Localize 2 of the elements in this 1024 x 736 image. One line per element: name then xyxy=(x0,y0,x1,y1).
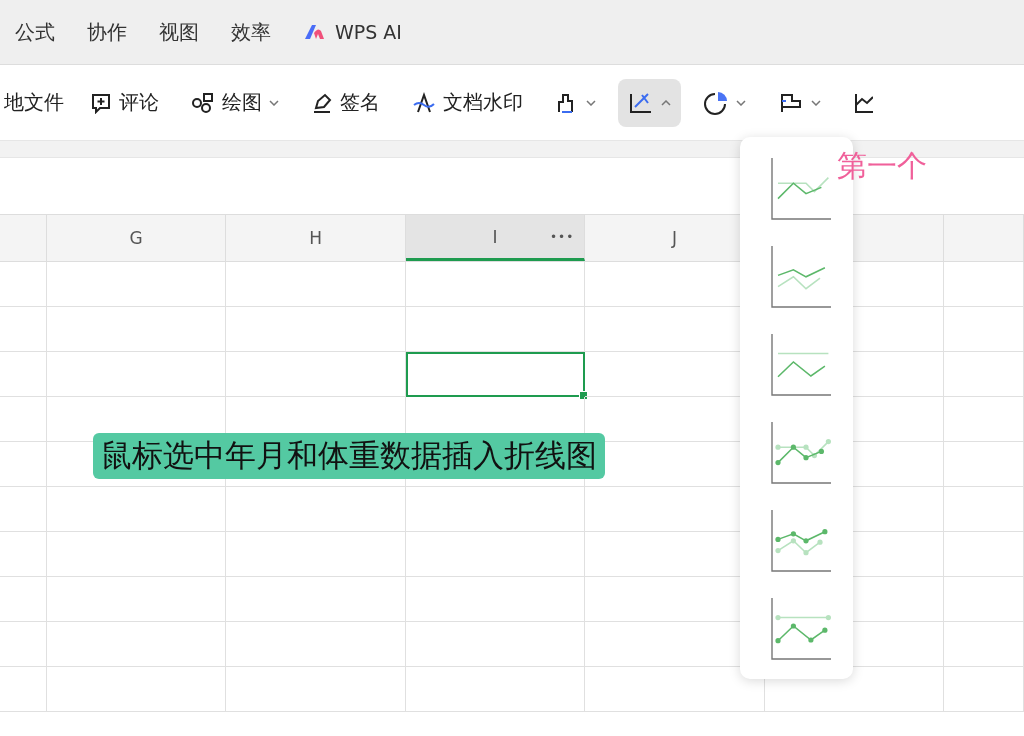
annotation-tooltip: 鼠标选中年月和体重数据插入折线图 xyxy=(93,433,605,479)
annotation-text: 第一个 xyxy=(837,147,927,185)
